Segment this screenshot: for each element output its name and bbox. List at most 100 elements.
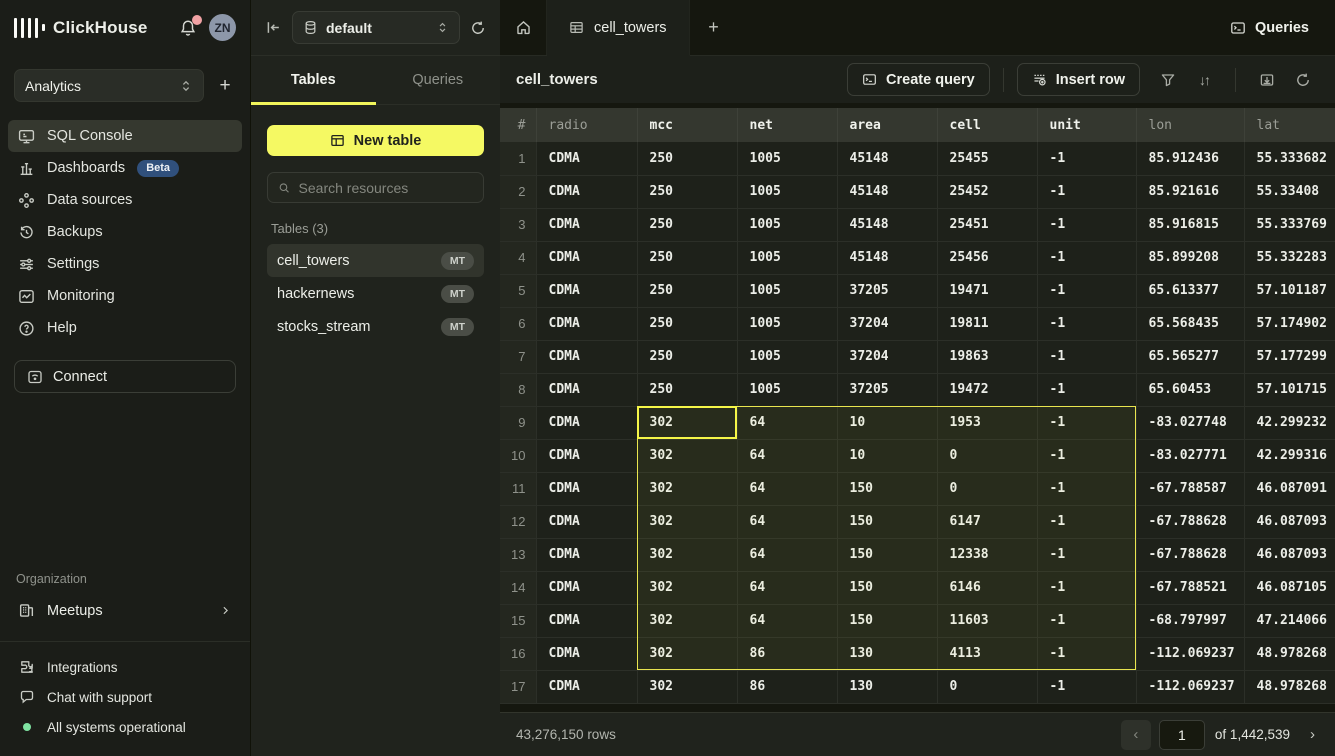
table-cell[interactable]: 0	[937, 670, 1037, 703]
search-input[interactable]	[299, 180, 473, 196]
table-cell[interactable]: 48.978268	[1244, 670, 1335, 703]
table-cell[interactable]: 19471	[937, 274, 1037, 307]
new-tab-button[interactable]: +	[690, 0, 738, 55]
table-cell[interactable]: 1005	[737, 208, 837, 241]
table-cell[interactable]: 64	[737, 538, 837, 571]
table-cell[interactable]: 45148	[837, 142, 937, 175]
table-cell[interactable]: 25451	[937, 208, 1037, 241]
table-cell[interactable]: 45148	[837, 241, 937, 274]
column-header-radio[interactable]: radio	[536, 108, 637, 142]
table-cell[interactable]: 85.916815	[1136, 208, 1244, 241]
table-cell[interactable]: 55.333682	[1244, 142, 1335, 175]
table-cell[interactable]: 1005	[737, 175, 837, 208]
table-cell[interactable]: 130	[837, 637, 937, 670]
table-cell[interactable]: 250	[637, 175, 737, 208]
table-cell[interactable]: CDMA	[536, 571, 637, 604]
table-cell[interactable]: CDMA	[536, 241, 637, 274]
sidebar-item-monitoring[interactable]: Monitoring	[8, 280, 242, 312]
system-status-link[interactable]: All systems operational	[8, 712, 242, 742]
table-list-item-hackernews[interactable]: hackernews MT	[267, 277, 484, 310]
table-cell[interactable]: 42.299316	[1244, 439, 1335, 472]
table-cell[interactable]: 57.177299	[1244, 340, 1335, 373]
row-number-cell[interactable]: 12	[500, 505, 536, 538]
table-cell[interactable]: -67.788521	[1136, 571, 1244, 604]
table-cell[interactable]: -1	[1037, 472, 1136, 505]
table-cell[interactable]: 45148	[837, 175, 937, 208]
sidebar-item-sql-console[interactable]: SQL Console	[8, 120, 242, 152]
table-cell[interactable]: 250	[637, 142, 737, 175]
table-cell[interactable]: -112.069237	[1136, 670, 1244, 703]
table-cell[interactable]: 302	[637, 472, 737, 505]
table-cell[interactable]: 11603	[937, 604, 1037, 637]
table-cell[interactable]: CDMA	[536, 142, 637, 175]
table-cell[interactable]: -1	[1037, 340, 1136, 373]
table-cell[interactable]: 25452	[937, 175, 1037, 208]
table-cell[interactable]: 1005	[737, 274, 837, 307]
table-cell[interactable]: 1953	[937, 406, 1037, 439]
table-cell[interactable]: CDMA	[536, 439, 637, 472]
table-cell[interactable]: -1	[1037, 406, 1136, 439]
integrations-link[interactable]: Integrations	[8, 652, 242, 682]
table-cell[interactable]: 55.333769	[1244, 208, 1335, 241]
table-cell[interactable]: 150	[837, 538, 937, 571]
row-number-cell[interactable]: 7	[500, 340, 536, 373]
sidebar-item-meetups[interactable]: Meetups	[8, 594, 242, 627]
row-number-cell[interactable]: 11	[500, 472, 536, 505]
table-cell[interactable]: CDMA	[536, 274, 637, 307]
table-cell[interactable]: 10	[837, 406, 937, 439]
table-cell[interactable]: CDMA	[536, 505, 637, 538]
table-cell[interactable]: CDMA	[536, 604, 637, 637]
table-cell[interactable]: 37205	[837, 274, 937, 307]
notifications-button[interactable]	[179, 19, 197, 37]
table-cell[interactable]: 45148	[837, 208, 937, 241]
table-cell[interactable]: CDMA	[536, 670, 637, 703]
table-cell[interactable]: 250	[637, 274, 737, 307]
tab-queries[interactable]: Queries	[376, 56, 501, 104]
table-cell[interactable]: CDMA	[536, 538, 637, 571]
row-number-cell[interactable]: 13	[500, 538, 536, 571]
table-cell[interactable]: 65.613377	[1136, 274, 1244, 307]
table-cell[interactable]: 19472	[937, 373, 1037, 406]
table-cell[interactable]: 6146	[937, 571, 1037, 604]
table-cell[interactable]: 65.60453	[1136, 373, 1244, 406]
table-cell[interactable]: 64	[737, 604, 837, 637]
table-cell[interactable]: 150	[837, 571, 937, 604]
add-service-button[interactable]: +	[214, 75, 236, 97]
column-header-net[interactable]: net	[737, 108, 837, 142]
avatar[interactable]: ZN	[209, 14, 236, 41]
table-cell[interactable]: 302	[637, 604, 737, 637]
table-cell[interactable]: -83.027748	[1136, 406, 1244, 439]
column-header-lon[interactable]: lon	[1136, 108, 1244, 142]
table-cell[interactable]: 46.087093	[1244, 538, 1335, 571]
refresh-data-button[interactable]	[1285, 63, 1321, 96]
table-cell[interactable]: 12338	[937, 538, 1037, 571]
table-cell[interactable]: 302	[637, 538, 737, 571]
table-cell[interactable]: -67.788587	[1136, 472, 1244, 505]
column-header-rownum[interactable]: #	[500, 108, 536, 142]
sort-button[interactable]: ↓↑	[1186, 63, 1222, 96]
prev-page-button[interactable]: ‹	[1121, 720, 1151, 750]
queries-button[interactable]: Queries	[1204, 0, 1335, 55]
table-cell[interactable]: 250	[637, 241, 737, 274]
table-cell[interactable]: -67.788628	[1136, 505, 1244, 538]
collapse-panel-button[interactable]	[265, 19, 282, 36]
table-cell[interactable]: -1	[1037, 208, 1136, 241]
sidebar-item-backups[interactable]: Backups	[8, 216, 242, 248]
page-number-input[interactable]	[1159, 720, 1205, 750]
table-cell[interactable]: 0	[937, 439, 1037, 472]
sidebar-item-settings[interactable]: Settings	[8, 248, 242, 280]
filter-button[interactable]	[1150, 63, 1186, 96]
table-cell[interactable]: -1	[1037, 307, 1136, 340]
table-cell[interactable]: -1	[1037, 637, 1136, 670]
table-cell[interactable]: 57.174902	[1244, 307, 1335, 340]
chat-support-link[interactable]: Chat with support	[8, 682, 242, 712]
table-cell[interactable]: 150	[837, 472, 937, 505]
table-cell[interactable]: 4113	[937, 637, 1037, 670]
table-cell[interactable]: 6147	[937, 505, 1037, 538]
table-cell[interactable]: 46.087091	[1244, 472, 1335, 505]
table-cell[interactable]: 64	[737, 472, 837, 505]
table-cell[interactable]: 1005	[737, 241, 837, 274]
row-number-cell[interactable]: 14	[500, 571, 536, 604]
tab-cell-towers[interactable]: cell_towers	[547, 0, 690, 56]
table-list-item-stocks-stream[interactable]: stocks_stream MT	[267, 310, 484, 343]
